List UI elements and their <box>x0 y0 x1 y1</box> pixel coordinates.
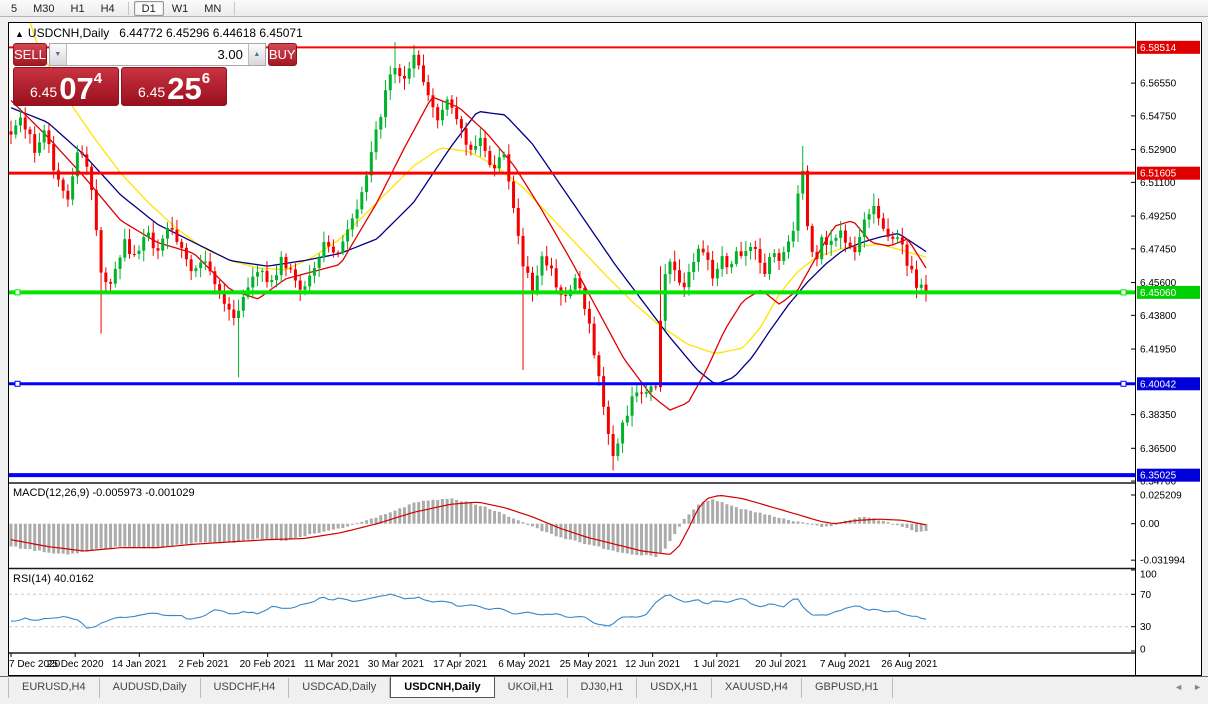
line-handle <box>1120 380 1127 387</box>
tab-audusd-daily[interactable]: AUDUSD,Daily <box>100 678 201 698</box>
svg-text:17 Apr 2021: 17 Apr 2021 <box>433 659 487 670</box>
period-button-m30[interactable]: M30 <box>25 1 62 16</box>
period-button-d1[interactable]: D1 <box>133 0 164 16</box>
time-scale[interactable]: 7 Dec 202025 Dec 2020 14 Jan 2021 2 Feb 20… <box>9 653 1135 675</box>
tab-xauusd-h4[interactable]: XAUUSD,H4 <box>712 678 802 698</box>
buy-button[interactable]: BUY <box>267 43 297 66</box>
buy-price-pips: 25 <box>167 70 202 106</box>
period-button-h4[interactable]: H4 <box>93 1 123 16</box>
svg-text:100: 100 <box>1140 570 1157 581</box>
svg-text:11 Mar 2021: 11 Mar 2021 <box>304 659 360 670</box>
chart-window: 6.56550 6.54750 6.52900 6.51100 6.49250 6.474… <box>8 22 1202 676</box>
svg-text:6.38350: 6.38350 <box>1140 410 1177 421</box>
sell-price-pips: 07 <box>59 70 94 106</box>
svg-text:6 May 2021: 6 May 2021 <box>498 659 551 670</box>
toolbar-separator <box>127 1 129 15</box>
sell-price-point: 4 <box>93 70 103 87</box>
svg-text:6.49250: 6.49250 <box>1140 212 1177 223</box>
svg-text:20 Jul 2021: 20 Jul 2021 <box>755 659 807 670</box>
svg-text:6.35025: 6.35025 <box>1140 471 1177 482</box>
svg-text:MACD(12,26,9) -0.005973 -0.001: MACD(12,26,9) -0.005973 -0.001029 <box>13 487 195 499</box>
svg-text:20 Feb 2021: 20 Feb 2021 <box>240 659 297 670</box>
svg-text:6.51605: 6.51605 <box>1140 169 1177 180</box>
line-handle <box>1120 289 1127 296</box>
buy-price-prefix: 6.45 <box>137 84 166 100</box>
line-handle <box>14 380 21 387</box>
svg-text:0.025209: 0.025209 <box>1140 491 1182 502</box>
period-button-h1[interactable]: H1 <box>63 1 93 16</box>
period-button-5[interactable]: 5 <box>3 1 25 16</box>
sell-price-prefix: 6.45 <box>29 84 58 100</box>
tab-eurusd-h4[interactable]: EURUSD,H4 <box>8 678 100 698</box>
svg-text:0: 0 <box>1140 645 1146 656</box>
volume-stepper: ▼ ▲ <box>48 43 266 66</box>
svg-text:6.36500: 6.36500 <box>1140 444 1177 455</box>
tab-usdcnh-daily[interactable]: USDCNH,Daily <box>390 677 495 698</box>
svg-text:6.40042: 6.40042 <box>1140 379 1177 390</box>
svg-text:25 Dec 2020: 25 Dec 2020 <box>47 659 104 670</box>
symbol-tab-bar: EURUSD,H4 AUDUSD,Daily USDCHF,H4 USDCAD,Dai… <box>0 676 1208 704</box>
svg-text:70: 70 <box>1140 590 1152 601</box>
svg-text:12 Jun 2021: 12 Jun 2021 <box>625 659 680 670</box>
toolbar-separator <box>234 1 236 15</box>
svg-text:30: 30 <box>1140 622 1152 633</box>
tab-gbpusd-h1[interactable]: GBPUSD,H1 <box>802 678 893 698</box>
tab-dj30-h1[interactable]: DJ30,H1 <box>568 678 638 698</box>
volume-input[interactable] <box>66 44 248 65</box>
tab-ukoil-h1[interactable]: UKOil,H1 <box>495 678 568 698</box>
svg-text:26 Aug 2021: 26 Aug 2021 <box>881 659 938 670</box>
sell-price-button[interactable]: 6.45 07 4 <box>13 67 119 106</box>
chart-ohlc-values: 6.44772 6.45296 6.44618 6.45071 <box>119 26 303 40</box>
svg-text:6.54750: 6.54750 <box>1140 111 1177 122</box>
svg-text:6.41950: 6.41950 <box>1140 345 1177 356</box>
svg-text:RSI(14) 40.0162: RSI(14) 40.0162 <box>13 573 94 585</box>
collapse-chart-icon[interactable]: ▲ <box>15 29 24 39</box>
svg-text:14 Jan 2021: 14 Jan 2021 <box>112 659 167 670</box>
svg-text:7 Aug 2021: 7 Aug 2021 <box>820 659 871 670</box>
rsi-pane[interactable] <box>9 570 1135 651</box>
buy-price-button[interactable]: 6.45 25 6 <box>121 67 227 106</box>
chart-canvas[interactable]: 6.565506.547506.529006.511006.492506.474… <box>9 23 1201 675</box>
price-scale[interactable]: 6.565506.547506.529006.511006.492506.474… <box>1131 23 1201 675</box>
svg-text:1 Jul 2021: 1 Jul 2021 <box>694 659 741 670</box>
svg-text:6.52900: 6.52900 <box>1140 145 1177 156</box>
svg-text:2 Feb 2021: 2 Feb 2021 <box>178 659 229 670</box>
svg-text:25 May 2021: 25 May 2021 <box>560 659 618 670</box>
svg-text:0.00: 0.00 <box>1140 519 1160 530</box>
period-toolbar: 5 M30 H1 H4 D1 W1 MN <box>0 0 1208 17</box>
svg-text:6.45060: 6.45060 <box>1140 288 1177 299</box>
svg-text:6.43800: 6.43800 <box>1140 311 1177 322</box>
svg-text:6.47450: 6.47450 <box>1140 244 1177 255</box>
tab-usdchf-h4[interactable]: USDCHF,H4 <box>201 678 290 698</box>
svg-text:-0.031994: -0.031994 <box>1140 556 1185 567</box>
svg-text:30 Mar 2021: 30 Mar 2021 <box>368 659 425 670</box>
volume-increase-icon[interactable]: ▲ <box>247 44 265 65</box>
volume-decrease-icon[interactable]: ▼ <box>49 44 67 65</box>
tab-usdx-h1[interactable]: USDX,H1 <box>637 678 712 698</box>
line-handle <box>14 289 21 296</box>
one-click-trading-panel: SELL ▼ ▲ BUY 6.45 07 4 6.45 25 6 <box>13 43 297 106</box>
period-button-w1[interactable]: W1 <box>164 1 197 16</box>
tab-usdcad-daily[interactable]: USDCAD,Daily <box>289 678 391 698</box>
sell-button[interactable]: SELL <box>13 43 47 66</box>
tabs-scroll-left-icon[interactable]: ◄ <box>1174 682 1183 692</box>
svg-text:6.56550: 6.56550 <box>1140 79 1177 90</box>
tabs-scroll-right-icon[interactable]: ► <box>1193 682 1202 692</box>
chart-symbol-label: USDCNH,Daily <box>27 26 110 40</box>
period-button-mn[interactable]: MN <box>196 1 229 16</box>
svg-text:6.58514: 6.58514 <box>1140 43 1177 54</box>
buy-price-point: 6 <box>201 70 211 87</box>
chart-title: ▲ USDCNH,Daily 6.44772 6.45296 6.44618 6.4… <box>15 26 303 40</box>
